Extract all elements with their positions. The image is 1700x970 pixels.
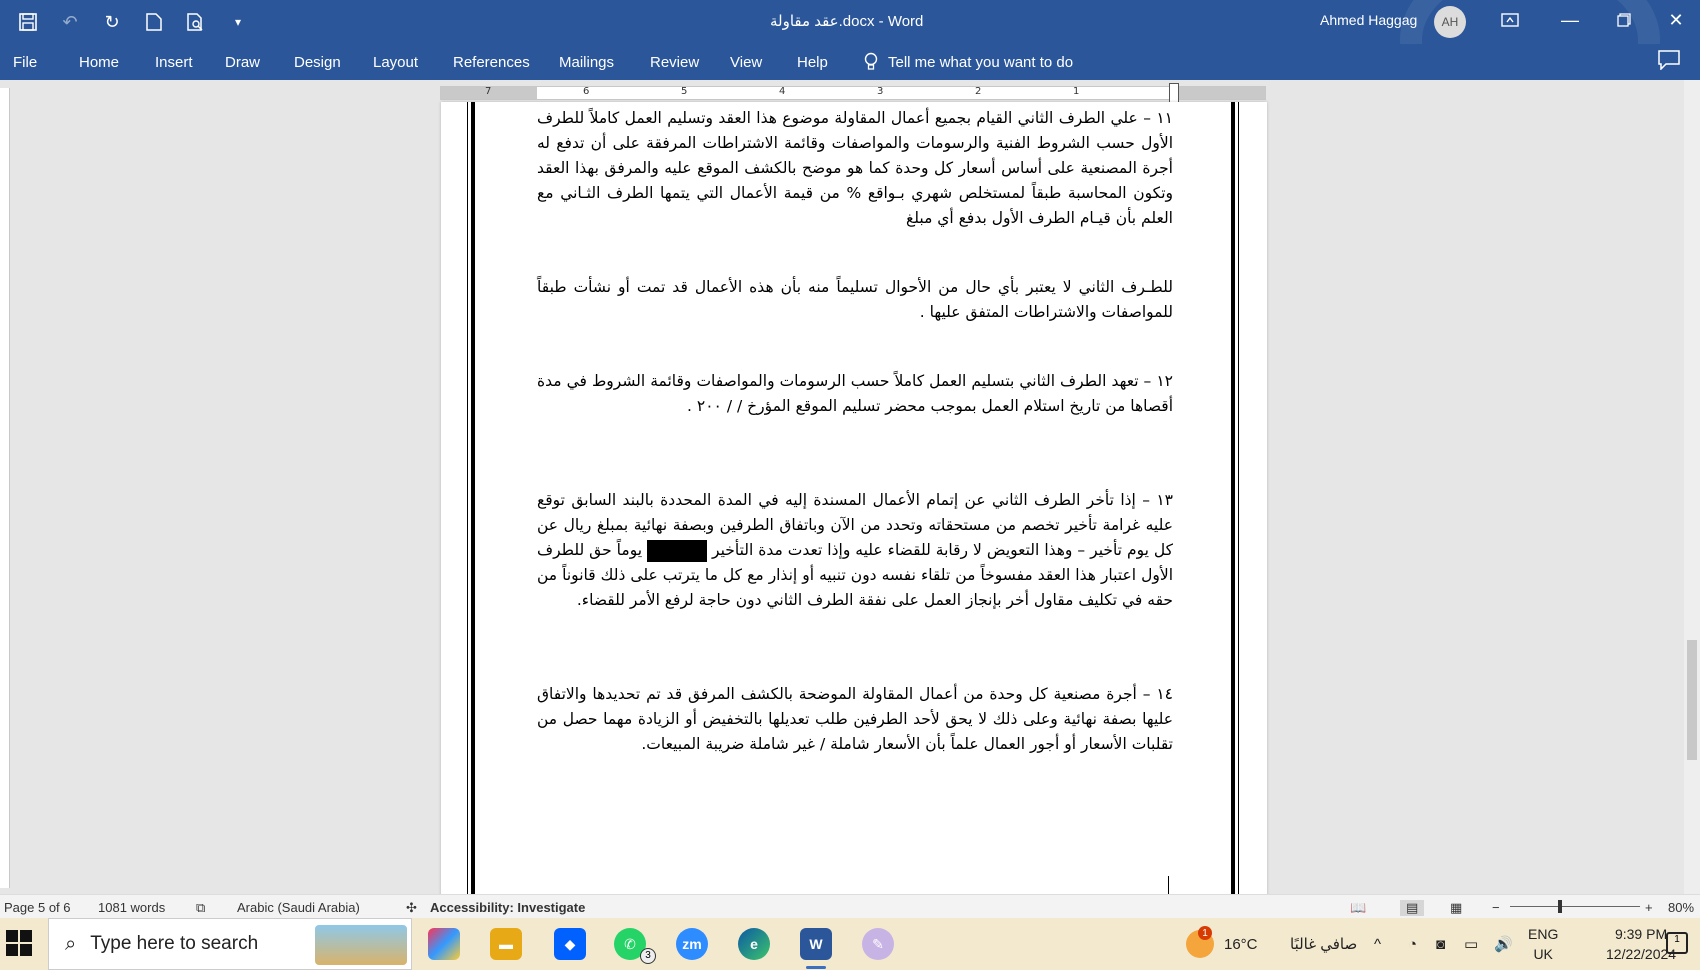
show-hidden-icons[interactable]: ^	[1374, 918, 1381, 970]
read-mode-icon[interactable]: 📖	[1350, 900, 1366, 916]
zoom-in-button[interactable]: +	[1645, 900, 1653, 915]
dropbox-icon[interactable]: ◆	[554, 928, 586, 960]
lightbulb-icon	[864, 52, 878, 70]
document-title: عقد مقاولة.docx - Word	[770, 13, 924, 30]
tab-mailings[interactable]: Mailings	[559, 54, 614, 71]
temperature[interactable]: 16°C	[1224, 918, 1258, 970]
language-code: ENG	[1528, 926, 1559, 942]
ribbon-display-options-icon[interactable]	[1480, 0, 1540, 40]
zoom-out-button[interactable]: −	[1492, 900, 1500, 915]
paragraph-11[interactable]: ١١ – علي الطرف الثاني القيام بجميع أعمال…	[537, 106, 1173, 231]
page-border	[467, 102, 468, 902]
tab-help[interactable]: Help	[797, 54, 828, 71]
word-icon[interactable]: W	[800, 928, 832, 960]
redacted-box	[647, 539, 708, 562]
battery-icon[interactable]: ▭	[1464, 918, 1478, 970]
accessibility-status[interactable]: Accessibility: Investigate	[430, 900, 585, 915]
tab-layout[interactable]: Layout	[373, 54, 418, 71]
edge-icon[interactable]: e	[738, 928, 770, 960]
comments-icon[interactable]	[1658, 50, 1686, 74]
tab-review[interactable]: Review	[650, 54, 699, 71]
file-explorer-icon[interactable]: ▬	[490, 928, 522, 960]
user-name[interactable]: Ahmed Haggag	[1320, 12, 1417, 28]
page-border	[471, 102, 475, 902]
search-highlight-image	[315, 925, 407, 965]
search-placeholder: Type here to search	[90, 933, 259, 954]
tab-draw[interactable]: Draw	[225, 54, 260, 71]
minimize-icon[interactable]: —	[1540, 0, 1600, 40]
tab-home[interactable]: Home	[79, 54, 119, 71]
redo-icon[interactable]: ↻	[94, 8, 130, 36]
avatar[interactable]: AH	[1434, 6, 1466, 38]
notification-center-icon[interactable]: 1	[1666, 932, 1688, 954]
vertical-scrollbar[interactable]	[1684, 80, 1700, 894]
zoom-app-icon[interactable]: zm	[676, 928, 708, 960]
ruler-tick: 4	[779, 86, 786, 97]
web-layout-icon[interactable]: ▦	[1450, 900, 1462, 916]
language-region: UK	[1533, 946, 1553, 962]
tab-references[interactable]: References	[453, 54, 530, 71]
ruler-tick: 7	[485, 86, 492, 97]
tab-insert[interactable]: Insert	[155, 54, 193, 71]
windows-start-icon[interactable]	[6, 930, 32, 956]
whatsapp-badge: 3	[640, 948, 656, 964]
save-icon[interactable]	[10, 8, 46, 36]
tab-view[interactable]: View	[730, 54, 762, 71]
page-count[interactable]: Page 5 of 6	[4, 900, 71, 915]
ribbon-tabs: File Home Insert Draw Design Layout Refe…	[0, 44, 1700, 80]
tell-me-label: Tell me what you want to do	[888, 53, 1074, 71]
page-border	[1231, 102, 1235, 902]
ruler-tick: 5	[681, 86, 688, 97]
tab-design[interactable]: Design	[294, 54, 341, 71]
weather-badge: 1	[1198, 926, 1212, 940]
language-switcher[interactable]: ENG UK	[1528, 924, 1558, 964]
page-border	[1238, 102, 1239, 902]
taskbar-search[interactable]: ⌕ Type here to search	[48, 918, 412, 970]
paint-icon[interactable]: ✎	[862, 928, 894, 960]
tab-file[interactable]: File	[13, 54, 37, 71]
active-app-indicator	[806, 966, 826, 969]
vertical-ruler	[0, 88, 10, 888]
ruler-tick: 2	[975, 86, 982, 97]
status-bar: Page 5 of 6 1081 words ⧉ Arabic (Saudi A…	[0, 894, 1700, 918]
quick-access-toolbar: ↶ ↻ ▾	[10, 8, 256, 36]
document-workspace: 7 6 5 4 3 2 1 ١١ – علي الطرف الثاني القي…	[0, 80, 1700, 902]
print-preview-icon[interactable]	[178, 8, 214, 36]
print-layout-icon[interactable]: ▤	[1400, 900, 1425, 916]
proofing-icon[interactable]: ⧉	[196, 900, 205, 916]
customize-qat-icon[interactable]: ▾	[220, 8, 256, 36]
paragraph-14[interactable]: ١٤ – أجرة مصنعية كل وحدة من أعمال المقاو…	[537, 682, 1173, 757]
zoom-level[interactable]: 80%	[1668, 900, 1694, 915]
ruler-tick: 1	[1073, 86, 1080, 97]
language-indicator[interactable]: Arabic (Saudi Arabia)	[237, 900, 360, 915]
new-document-icon[interactable]	[136, 8, 172, 36]
ruler-tick: 6	[583, 86, 590, 97]
tell-me-search[interactable]: Tell me what you want to do	[864, 52, 1073, 72]
horizontal-ruler: 7 6 5 4 3 2 1	[440, 83, 1266, 105]
zoom-slider[interactable]	[1510, 906, 1640, 907]
taskbar: ⌕ Type here to search ▬ ◆ ✆ 3 zm e W ✎ 1…	[0, 918, 1700, 970]
undo-icon[interactable]: ↶	[52, 8, 88, 36]
close-icon[interactable]: ✕	[1646, 0, 1700, 40]
paragraph-12[interactable]: ١٢ – تعهد الطرف الثاني بتسليم العمل كامل…	[537, 369, 1173, 419]
word-count[interactable]: 1081 words	[98, 900, 165, 915]
meet-icon[interactable]: ◙	[1436, 918, 1445, 970]
volume-icon[interactable]: 🔊	[1494, 918, 1513, 970]
copilot-icon[interactable]	[428, 928, 460, 960]
zoom-slider-thumb[interactable]	[1558, 900, 1562, 913]
accessibility-icon: ✣	[406, 900, 417, 915]
paragraph-11-continued[interactable]: للطـرف الثاني لا يعتبر بأي حال من الأحوا…	[537, 275, 1173, 325]
scrollbar-thumb[interactable]	[1687, 640, 1697, 760]
paragraph-13[interactable]: ١٣ – إذا تأخر الطرف الثاني عن إتمام الأع…	[537, 488, 1173, 613]
document-page[interactable]: ١١ – علي الطرف الثاني القيام بجميع أعمال…	[441, 102, 1267, 902]
weather-text[interactable]: صافي غالبًا	[1290, 918, 1357, 970]
wifi-icon[interactable]: ◔	[1408, 918, 1417, 970]
search-icon: ⌕	[65, 932, 77, 955]
ruler-tick: 3	[877, 86, 884, 97]
restore-icon[interactable]	[1594, 0, 1654, 40]
title-bar: ↶ ↻ ▾ عقد مقاولة.docx - Word Ahmed Hagga…	[0, 0, 1700, 130]
ruler-margin-right	[1173, 87, 1265, 99]
